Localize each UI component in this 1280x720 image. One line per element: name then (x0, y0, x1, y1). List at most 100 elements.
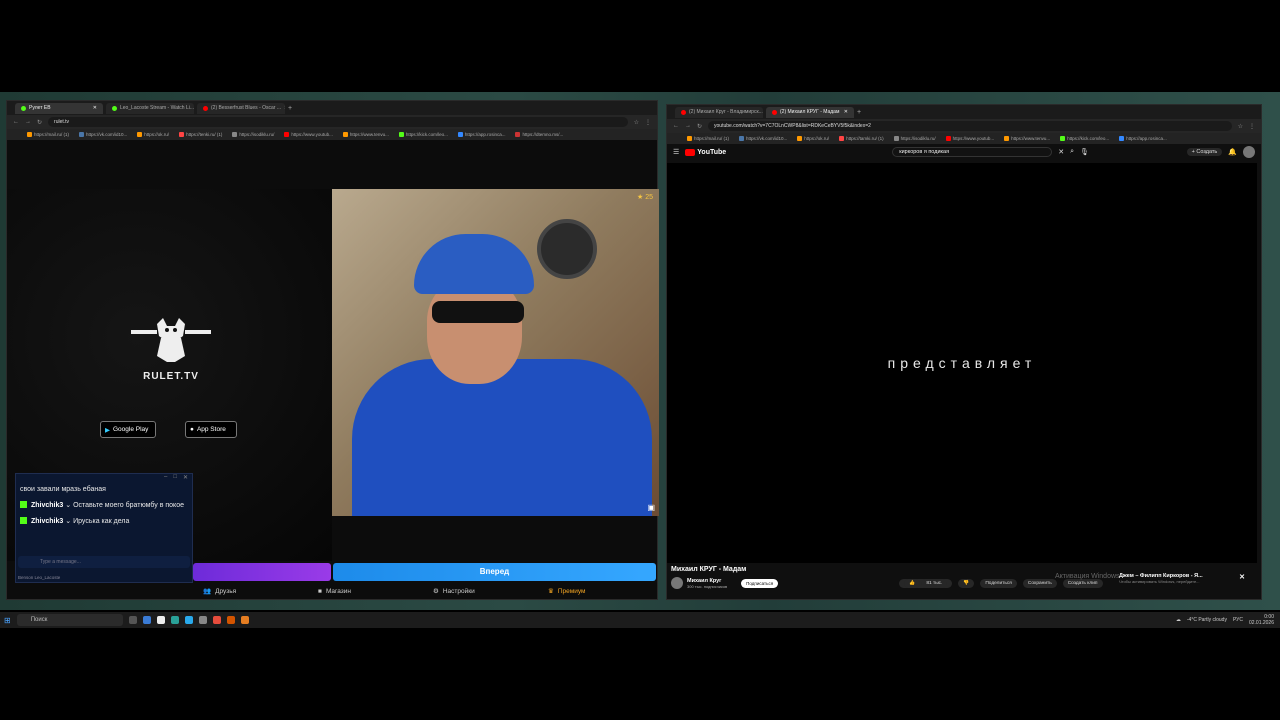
save-button[interactable]: Сохранить (1022, 579, 1057, 588)
tab-krug-2[interactable]: (2) Михаил КРУГ - Мадам ✕ (766, 106, 854, 118)
tab-youtube[interactable]: (2) Besserfrust Blues - Oscar ...✕ (197, 102, 285, 114)
telegram-icon[interactable] (184, 616, 193, 624)
app-icon[interactable] (198, 616, 207, 624)
share-button[interactable]: Поделиться (980, 579, 1017, 588)
search-input[interactable]: киркоров я подикая (892, 147, 1053, 157)
url-input[interactable]: rulet.tv (48, 117, 628, 127)
microphone-icon[interactable]: 🎙 (1080, 148, 1089, 156)
bookmark-item[interactable]: https://kick.com/leo... (398, 132, 448, 137)
bookmark-item[interactable]: https://app.rosinca... (457, 132, 505, 137)
menu-icon[interactable]: ⋮ (645, 119, 651, 126)
clear-icon[interactable]: ✕ (1058, 148, 1064, 156)
miniplayer-notification[interactable]: Джем – Филипп Киркоров - Я... Чтобы акти… (1119, 573, 1245, 593)
url-input[interactable]: youtube.com/watch?v=7C7OLnCWP8&list=RDKe… (708, 121, 1232, 131)
nav-friends[interactable]: 👥 Друзья (197, 585, 312, 597)
reload-icon[interactable]: ↻ (697, 123, 702, 130)
taskbar-search-input[interactable]: Поиск (16, 614, 123, 626)
forward-icon[interactable]: → (685, 123, 691, 129)
star-icon[interactable]: ☆ (634, 119, 639, 126)
youtube-video-player[interactable]: представляет (667, 163, 1257, 563)
bookmark-item[interactable]: https://www.youtub... (945, 136, 994, 141)
search-icon[interactable]: ⌕ (1070, 148, 1074, 156)
bookmark-item[interactable]: https://vk.com/id10... (79, 132, 127, 137)
new-tab-button[interactable]: + (857, 109, 861, 116)
bookmark-item[interactable]: https://app.rosinca... (1119, 136, 1167, 141)
back-icon[interactable]: ← (673, 123, 679, 129)
weather-text[interactable]: -4°C Partly cloudy (1187, 617, 1227, 623)
bookmark-item[interactable]: https://kick.com/leo... (1060, 136, 1109, 141)
thumbs-up-icon: 👍 (904, 579, 920, 588)
youtube-logo[interactable]: YouTube (685, 148, 726, 156)
apple-icon: ● (190, 426, 194, 433)
nav-shop[interactable]: ■ Магазин (312, 585, 427, 597)
chat-message: Zhivchik3 ⌄ Ируська как дела (16, 514, 192, 530)
bookmark-item[interactable]: https://www.tenvu... (342, 132, 389, 137)
bookmark-item[interactable]: https://mail.ru/ (1) (27, 132, 69, 137)
hamburger-icon[interactable]: ☰ (673, 148, 679, 156)
right-browser-window: (2) Михаил Круг - Владимирск...✕ (2) Мих… (666, 104, 1262, 600)
reload-icon[interactable]: ↻ (37, 119, 42, 126)
avatar[interactable] (1243, 146, 1255, 158)
go-button[interactable]: Вперед (333, 563, 656, 581)
app-icon[interactable] (240, 616, 249, 624)
edge-icon[interactable] (170, 616, 179, 624)
back-icon[interactable]: ← (13, 119, 19, 125)
close-icon[interactable]: ✕ (284, 103, 285, 114)
chat-username[interactable]: Zhivchik3 (31, 518, 63, 525)
language-indicator[interactable]: РУС (1233, 617, 1243, 623)
star-icon[interactable]: ☆ (1238, 123, 1243, 130)
chat-input[interactable]: Type a message... (18, 556, 190, 568)
bookmark-item[interactable]: https://ok.ru/ (137, 132, 169, 137)
close-icon[interactable]: ✕ (183, 474, 188, 482)
bell-icon[interactable]: 🔔 (1228, 148, 1237, 156)
bookmark-item[interactable]: https://www.youtub... (284, 132, 333, 137)
bookmark-item[interactable]: https://tamki.ru/ (1) (839, 136, 884, 141)
store-icon[interactable] (142, 616, 151, 624)
channel-subs: 300 тыс. подписчиков (687, 583, 728, 589)
close-icon[interactable]: ✕ (1239, 573, 1245, 581)
like-button[interactable]: 👍 81 тыс. (899, 579, 953, 588)
folder-icon[interactable] (226, 616, 235, 624)
bookmark-item[interactable]: https://mail.ru/ (1) (687, 136, 729, 141)
maximize-icon[interactable]: □ (173, 474, 177, 482)
bookmark-item[interactable]: https://isodiklu.ru/ (232, 132, 274, 137)
camera-icon[interactable]: ▣ (647, 503, 655, 512)
tab-label: Leo_Lacoste Stream - Watch Li... (120, 104, 194, 111)
bookmark-item[interactable]: https://ok.ru/ (797, 136, 829, 141)
chrome-icon[interactable] (212, 616, 221, 624)
bookmark-item[interactable]: https://tenki.ru/ (1) (179, 132, 222, 137)
purple-action-button[interactable] (193, 563, 331, 581)
close-icon[interactable]: ✕ (844, 107, 848, 118)
chat-username[interactable]: Zhivchik3 (31, 502, 63, 509)
tab-krug-1[interactable]: (2) Михаил Круг - Владимирск...✕ (675, 106, 763, 118)
channel-avatar[interactable] (671, 577, 683, 589)
bookmark-item[interactable]: https://vk.com/id10... (739, 136, 787, 141)
bookmark-item[interactable]: https://dtemno.ms/... (515, 132, 563, 137)
forward-icon[interactable]: → (25, 119, 31, 125)
clock-date: 02.01.2026 (1248, 620, 1274, 626)
media-icon[interactable] (156, 616, 165, 624)
subscribe-button[interactable]: Подписаться (741, 578, 779, 588)
new-tab-button[interactable]: + (288, 105, 292, 112)
create-button[interactable]: + Создать (1186, 148, 1223, 156)
tab-rulet[interactable]: Рулет ЕВ ✕ (15, 102, 103, 114)
webcam-video[interactable]: ★ 25 ▣ (332, 189, 659, 516)
app-store-button[interactable]: ● App Store (185, 421, 237, 438)
rulet-logo-text: RULET.TV (143, 371, 199, 382)
tab-kick[interactable]: Leo_Lacoste Stream - Watch Li...✕ (106, 102, 194, 114)
task-view-icon[interactable] (128, 616, 137, 624)
clip-button[interactable]: Создать клип (1062, 579, 1103, 588)
bookmark-item[interactable]: https://isodiklu.ru/ (893, 136, 936, 141)
close-icon[interactable]: ✕ (93, 103, 97, 114)
nav-premium[interactable]: ♛ Премиум (542, 585, 657, 597)
bookmark-item[interactable]: https://www.tenvu... (1004, 136, 1050, 141)
google-play-button[interactable]: ▶ Google Play (100, 421, 156, 438)
clock[interactable]: 0:00 02.01.2026 (1249, 614, 1274, 626)
nav-settings[interactable]: ⚙ Настройки (427, 585, 542, 597)
minimize-icon[interactable]: – (164, 474, 167, 482)
windows-start-icon[interactable]: ⊞ (4, 616, 11, 625)
tab-favicon (681, 109, 686, 115)
chat-message: свои завали мразь ебаная (16, 482, 192, 498)
menu-icon[interactable]: ⋮ (1249, 123, 1255, 130)
dislike-button[interactable]: 👎 (958, 579, 975, 588)
